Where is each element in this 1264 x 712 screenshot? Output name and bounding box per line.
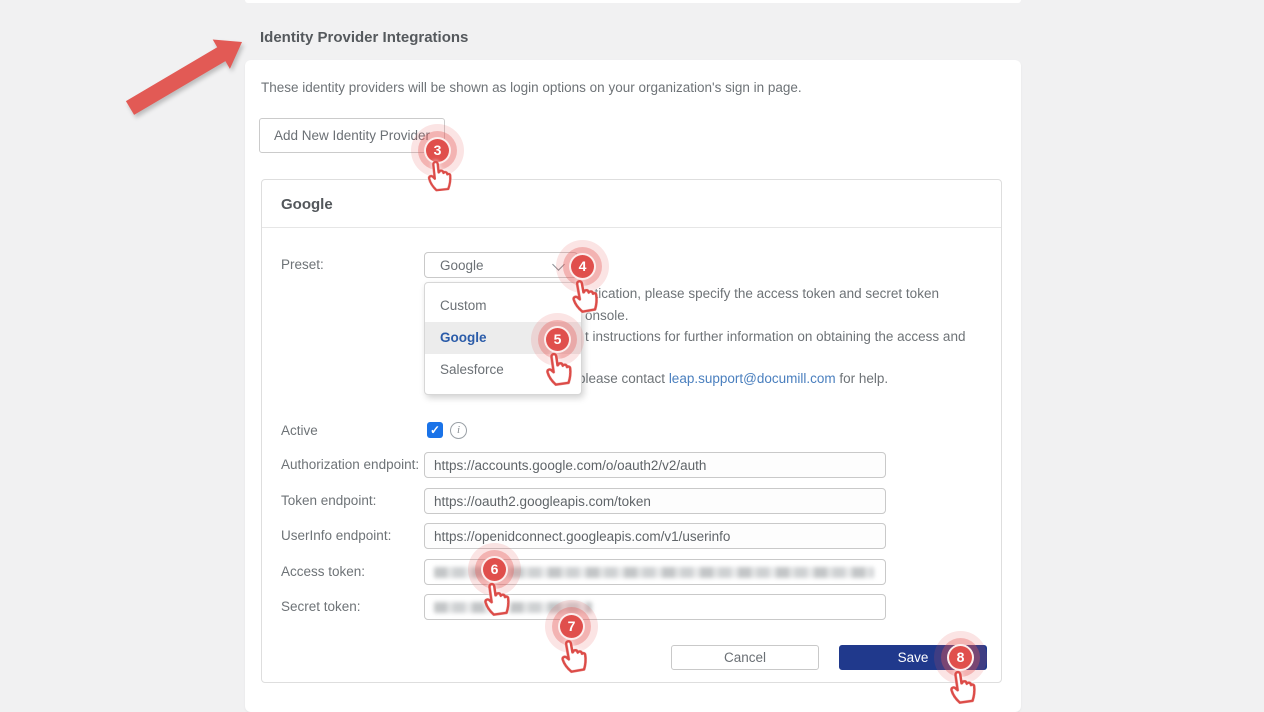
preset-select[interactable]: Google [424, 252, 578, 278]
info-text-line4: please contact leap.support@documill.com… [578, 371, 888, 386]
access-token-label: Access token: [281, 564, 365, 579]
google-provider-panel: Google Preset: Google ntication, please … [261, 179, 1002, 683]
panel-divider [262, 227, 1001, 228]
chevron-down-icon [552, 258, 565, 271]
active-checkbox[interactable]: ✓ [427, 422, 443, 438]
info-text-line4-prefix: please contact [578, 371, 669, 386]
authorization-endpoint-label: Authorization endpoint: [281, 457, 419, 472]
red-arrow-icon [110, 25, 260, 125]
cancel-button[interactable]: Cancel [671, 645, 819, 670]
add-new-identity-provider-button[interactable]: Add New Identity Provider [259, 118, 445, 153]
support-email-link[interactable]: leap.support@documill.com [669, 371, 836, 386]
preset-select-value: Google [440, 258, 484, 273]
pointer-hand-icon [565, 272, 603, 317]
card-description: These identity providers will be shown a… [261, 80, 802, 95]
page-title: Identity Provider Integrations [260, 29, 468, 46]
token-endpoint-input[interactable] [424, 488, 886, 514]
userinfo-endpoint-input[interactable] [424, 523, 886, 549]
preset-label: Preset: [281, 257, 324, 272]
pointer-hand-icon [422, 155, 456, 194]
pointer-hand-icon [554, 632, 592, 677]
preset-option-custom[interactable]: Custom [425, 290, 581, 322]
panel-title: Google [281, 196, 333, 213]
info-text-line1: ntication, please specify the access tok… [587, 286, 939, 301]
info-icon: i [450, 422, 467, 439]
userinfo-endpoint-label: UserInfo endpoint: [281, 528, 391, 543]
pointer-hand-icon [943, 663, 980, 707]
token-endpoint-label: Token endpoint: [281, 493, 376, 508]
previous-card-bottom-edge [245, 0, 1021, 3]
pointer-hand-icon [477, 575, 514, 619]
identity-provider-card: These identity providers will be shown a… [245, 60, 1021, 712]
active-label: Active [281, 423, 318, 438]
pointer-hand-icon [539, 345, 576, 389]
authorization-endpoint-input[interactable] [424, 452, 886, 478]
info-text-line3: t instructions for further information o… [585, 329, 965, 344]
secret-token-label: Secret token: [281, 599, 361, 614]
info-text-line4-suffix: for help. [836, 371, 889, 386]
